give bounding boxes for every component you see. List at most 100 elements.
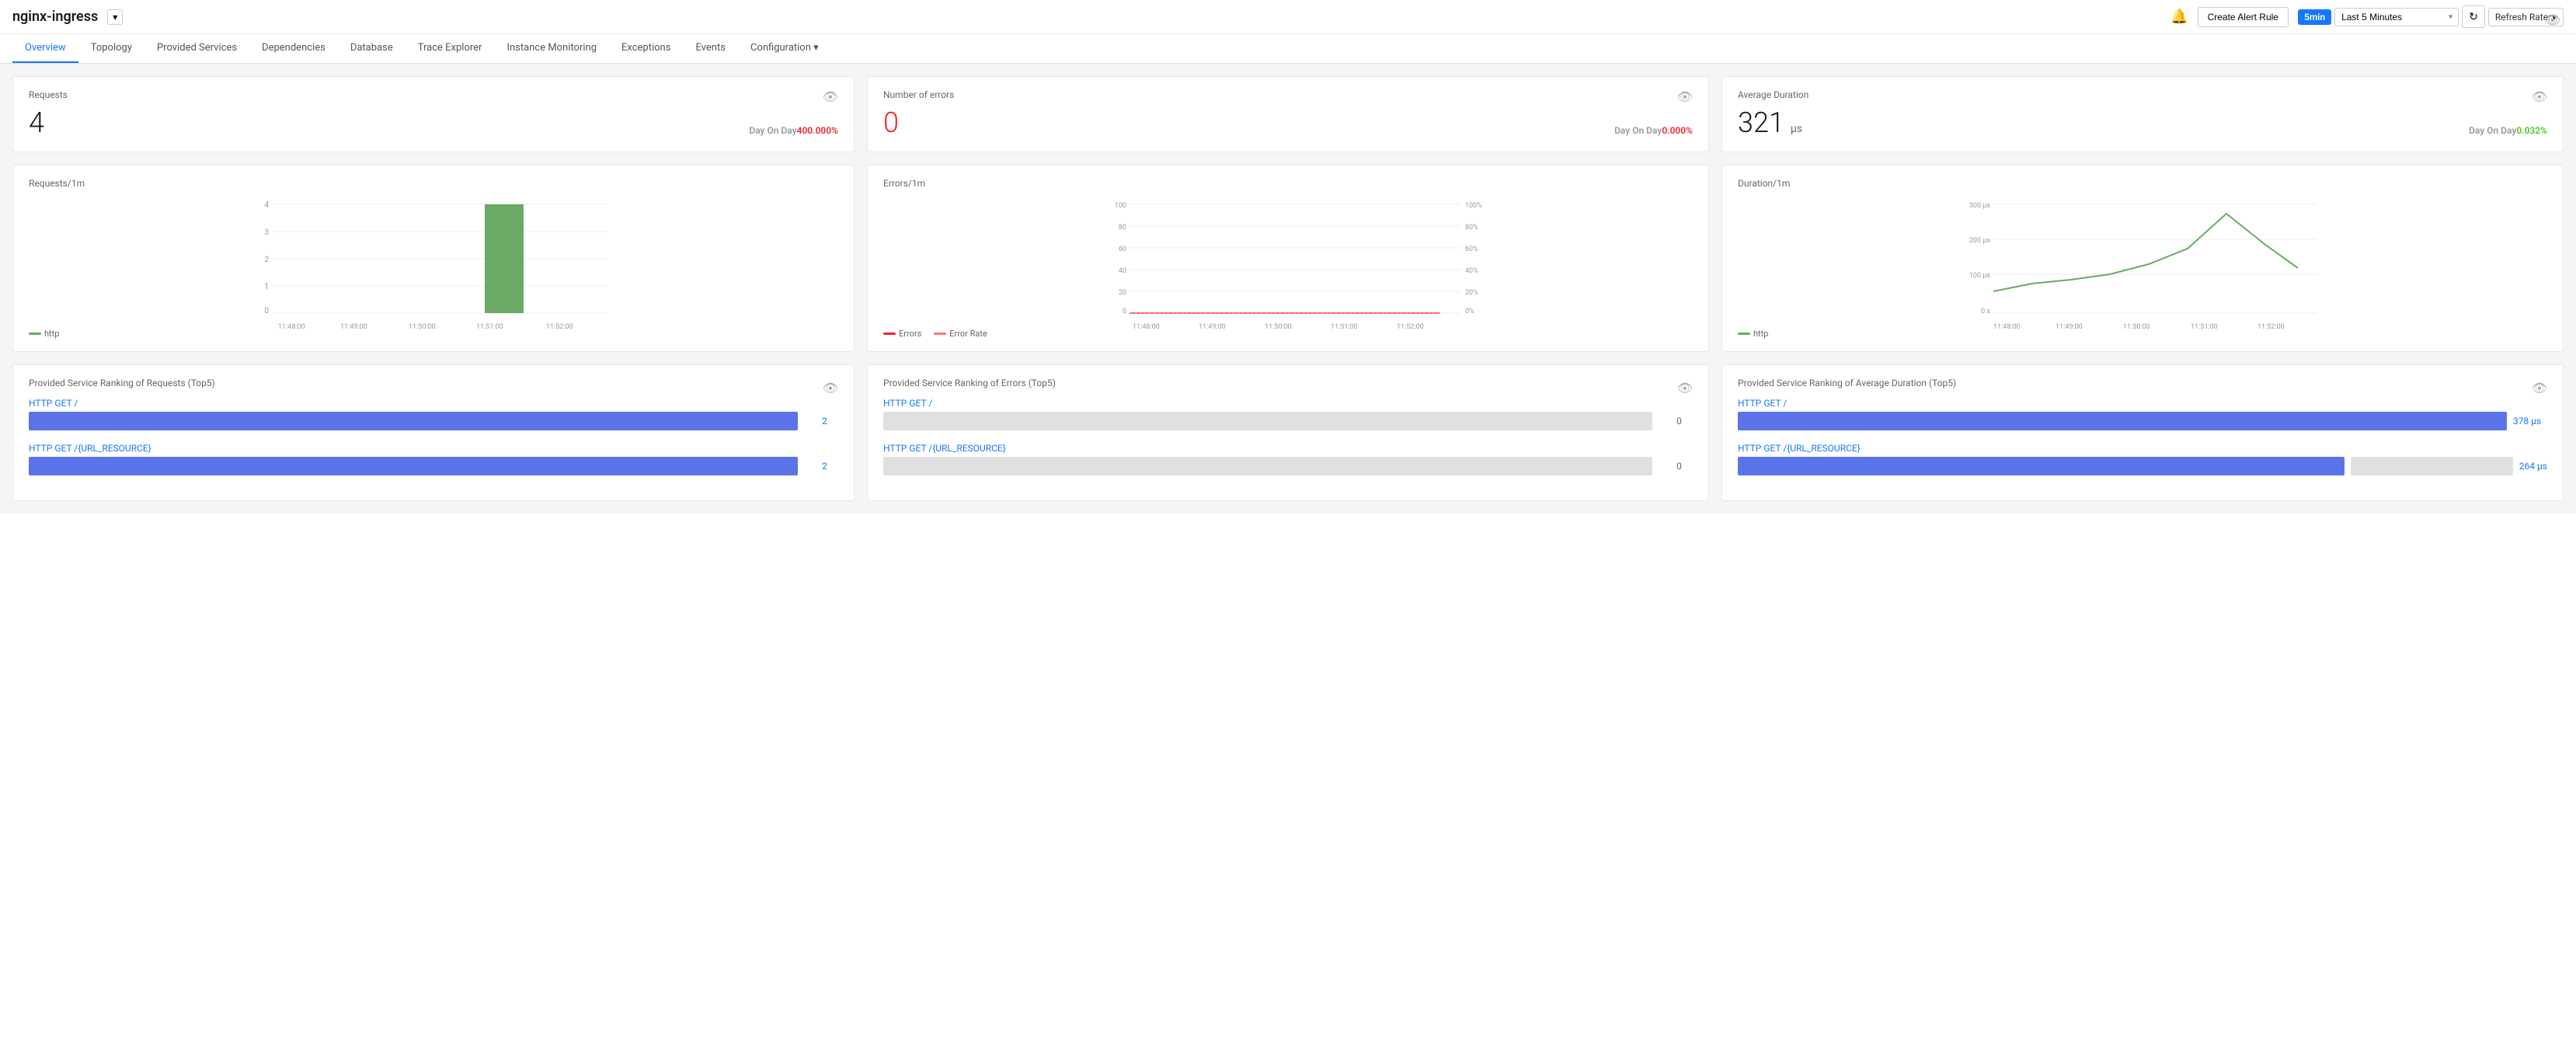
eye-icon-duration-1m[interactable]: 👁 <box>2545 12 2560 27</box>
chart-requests-1m: Requests/1m 👁 4 3 2 1 0 <box>12 165 855 352</box>
ranking-bar-wrap-errors-1: 0 <box>883 457 1693 475</box>
svg-text:20: 20 <box>1119 289 1126 297</box>
ranking-bar-errors-0 <box>883 412 1652 430</box>
eye-icon-errors[interactable]: 👁 <box>1677 89 1693 104</box>
ranking-bar-wrap-duration-0: 378 μs <box>1738 412 2547 430</box>
tab-events[interactable]: Events <box>683 34 737 63</box>
tab-trace-explorer[interactable]: Trace Explorer <box>406 34 495 63</box>
stat-value-errors: 0 <box>883 106 1693 139</box>
ranking-link-errors-0[interactable]: HTTP GET / <box>883 398 1693 409</box>
svg-text:11:48:00: 11:48:00 <box>278 323 305 331</box>
eye-icon-requests[interactable]: 👁 <box>823 89 838 104</box>
tab-topology[interactable]: Topology <box>78 34 144 63</box>
ranking-link-errors-1[interactable]: HTTP GET /{URL_RESOURCE} <box>883 443 1693 454</box>
svg-text:11:51:00: 11:51:00 <box>2191 323 2218 331</box>
tab-overview[interactable]: Overview <box>12 34 78 63</box>
stats-row: Requests 👁 4 Day On Day400.000% Number o… <box>12 76 2564 152</box>
chart-area-duration-1m: 300 μs 200 μs 100 μs 0 s 11:48:00 11:49:… <box>1738 198 2547 322</box>
legend-dot-error-rate <box>934 333 946 335</box>
title-dropdown-button[interactable]: ▾ <box>107 9 123 25</box>
main-content: Requests 👁 4 Day On Day400.000% Number o… <box>0 64 2576 514</box>
stat-card-errors: Number of errors 👁 0 Day On Day0.000% <box>867 76 1709 152</box>
svg-text:40: 40 <box>1119 267 1126 275</box>
stat-card-avg-duration: Average Duration 👁 321 μs Day On Day0.03… <box>1721 76 2564 152</box>
eye-icon-avg-duration[interactable]: 👁 <box>2532 89 2547 104</box>
tab-exceptions[interactable]: Exceptions <box>609 34 683 63</box>
svg-text:11:50:00: 11:50:00 <box>2123 323 2150 331</box>
svg-text:200 μs: 200 μs <box>1969 237 1991 245</box>
ranking-item-duration-0: HTTP GET / 378 μs <box>1738 398 2547 430</box>
eye-icon-ranking-errors[interactable]: 👁 <box>1677 381 1693 395</box>
svg-text:11:52:00: 11:52:00 <box>2257 323 2285 331</box>
chart-title-errors-1m: Errors/1m <box>883 178 1693 189</box>
svg-text:100 μs: 100 μs <box>1969 272 1991 280</box>
svg-text:0 s: 0 s <box>1981 308 1990 315</box>
tab-configuration[interactable]: Configuration ▾ <box>738 34 831 63</box>
tab-database[interactable]: Database <box>338 34 406 63</box>
legend-dot-http <box>29 333 41 335</box>
legend-item-http: http <box>29 329 59 339</box>
ranking-count-errors-1: 0 <box>1659 461 1682 472</box>
svg-text:60%: 60% <box>1465 245 1478 253</box>
stat-value-requests: 4 <box>29 106 838 139</box>
ranking-bar-duration-1 <box>1738 457 2345 475</box>
stat-label-requests: Requests <box>29 89 838 100</box>
ranking-count-0: 2 <box>804 416 827 427</box>
rankings-row: Provided Service Ranking of Requests (To… <box>12 364 2564 501</box>
svg-text:100: 100 <box>1115 202 1126 210</box>
stat-label-avg-duration: Average Duration <box>1738 89 2547 100</box>
svg-text:0: 0 <box>1123 308 1126 315</box>
stat-dod-errors: Day On Day0.000% <box>1614 125 1693 136</box>
svg-text:11:51:00: 11:51:00 <box>476 323 503 331</box>
ranking-item-0: HTTP GET / 2 <box>29 398 838 430</box>
tab-dependencies[interactable]: Dependencies <box>249 34 338 63</box>
svg-text:0%: 0% <box>1465 308 1474 315</box>
legend-label-errors: Errors <box>899 329 921 339</box>
time-select[interactable]: Last 5 Minutes Last 15 Minutes Last 30 M… <box>2334 8 2459 26</box>
app-title: nginx-ingress <box>12 9 98 25</box>
stat-card-requests: Requests 👁 4 Day On Day400.000% <box>12 76 855 152</box>
ranking-link-duration-1[interactable]: HTTP GET /{URL_RESOURCE} <box>1738 443 2547 454</box>
refresh-button[interactable]: ↻ <box>2462 5 2485 28</box>
svg-text:80: 80 <box>1119 224 1126 232</box>
create-alert-button[interactable]: Create Alert Rule <box>2198 7 2289 27</box>
svg-text:3: 3 <box>264 228 269 237</box>
ranking-link-1[interactable]: HTTP GET /{URL_RESOURCE} <box>29 443 838 454</box>
ranking-item-errors-1: HTTP GET /{URL_RESOURCE} 0 <box>883 443 1693 475</box>
eye-icon-ranking-requests[interactable]: 👁 <box>823 381 838 395</box>
legend-label-http-duration: http <box>1753 329 1768 339</box>
charts-row: Requests/1m 👁 4 3 2 1 0 <box>12 165 2564 352</box>
bar-11-51 <box>485 204 524 313</box>
tab-instance-monitoring[interactable]: Instance Monitoring <box>494 34 609 63</box>
ranking-count-duration-0: 378 μs <box>2513 416 2541 427</box>
ranking-item-1: HTTP GET /{URL_RESOURCE} 2 <box>29 443 838 475</box>
ranking-count-duration-1: 264 μs <box>2519 461 2547 472</box>
ranking-link-0[interactable]: HTTP GET / <box>29 398 838 409</box>
legend-item-http-duration: http <box>1738 329 1768 339</box>
svg-text:80%: 80% <box>1465 224 1478 232</box>
ranking-bar-wrap-1: 2 <box>29 457 838 475</box>
stat-dod-avg-duration: Day On Day0.032% <box>2469 125 2547 136</box>
legend-dot-errors <box>883 333 896 335</box>
bell-icon[interactable]: 🔔 <box>2170 9 2188 25</box>
nav-tabs: Overview Topology Provided Services Depe… <box>0 34 2576 64</box>
svg-text:11:50:00: 11:50:00 <box>1265 323 1292 331</box>
chart-area-errors-1m: 100 80 60 40 20 0 100% 80% 60% 40% 20% 0… <box>883 198 1693 322</box>
svg-text:100%: 100% <box>1465 202 1482 210</box>
svg-text:11:49:00: 11:49:00 <box>1199 323 1226 331</box>
eye-icon-ranking-duration[interactable]: 👁 <box>2532 381 2547 395</box>
stat-value-avg-duration: 321 <box>1738 106 1784 139</box>
svg-text:11:48:00: 11:48:00 <box>1133 323 1160 331</box>
svg-text:11:51:00: 11:51:00 <box>1331 323 1358 331</box>
chart-title-requests-1m: Requests/1m <box>29 178 838 189</box>
ranking-link-duration-0[interactable]: HTTP GET / <box>1738 398 2547 409</box>
ranking-bar-wrap-duration-1: 264 μs <box>1738 457 2547 475</box>
svg-text:11:48:00: 11:48:00 <box>1993 323 2021 331</box>
chart-area-requests-1m: 4 3 2 1 0 11:48:00 11:49:00 11: <box>29 198 838 322</box>
ranking-bar-1 <box>29 457 798 475</box>
tab-provided-services[interactable]: Provided Services <box>144 34 249 63</box>
legend-item-error-rate: Error Rate <box>934 329 987 339</box>
ranking-item-errors-0: HTTP GET / 0 <box>883 398 1693 430</box>
svg-text:60: 60 <box>1119 245 1126 253</box>
ranking-bar-0 <box>29 412 798 430</box>
